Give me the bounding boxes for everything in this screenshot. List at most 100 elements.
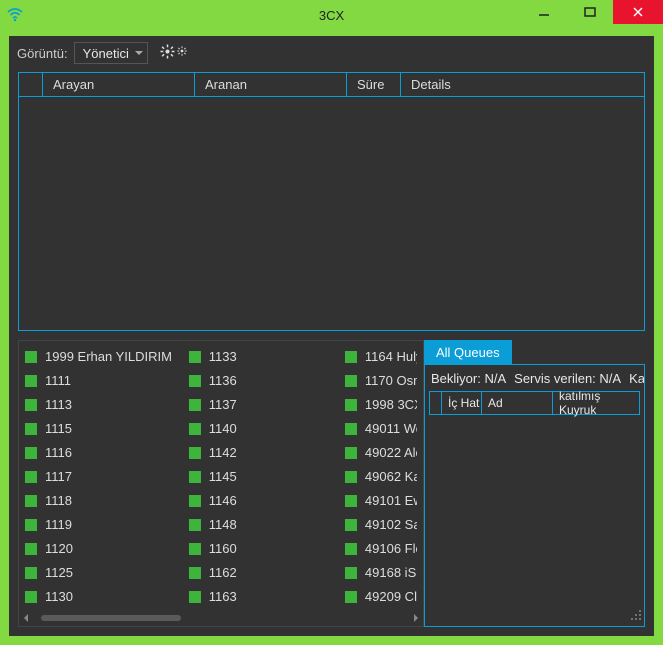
extension-label: 49101 Ewald [365, 493, 417, 508]
extension-item[interactable]: 1146 [189, 493, 333, 508]
extension-item[interactable]: 1163 [189, 589, 333, 604]
queues-tab[interactable]: All Queues [424, 340, 512, 364]
col-header-details[interactable]: Details [401, 73, 644, 97]
horizontal-scrollbar[interactable] [21, 612, 421, 624]
extension-item[interactable]: 1145 [189, 469, 333, 484]
extension-item[interactable]: 1119 [25, 517, 177, 532]
extension-item[interactable]: 1142 [189, 445, 333, 460]
extension-label: 1119 [45, 517, 72, 532]
status-indicator-icon [345, 567, 357, 579]
minimize-button[interactable] [521, 0, 567, 24]
extension-label: 1148 [209, 517, 237, 532]
scroll-left-arrow[interactable] [21, 613, 31, 623]
extension-label: 1142 [209, 445, 237, 460]
gear-icon[interactable] [160, 44, 175, 62]
status-indicator-icon [25, 591, 37, 603]
lower-panels: 1999 Erhan YILDIRIM 1111 1113 1115 1116 1117 1… [18, 340, 645, 627]
queues-body: Bekliyor: N/A Servis verilen: N/A Kayıp … [424, 364, 645, 627]
resize-grip-icon[interactable] [630, 609, 642, 624]
extension-label: 49106 Floria [365, 541, 417, 556]
maximize-button[interactable] [567, 0, 613, 24]
extension-item[interactable]: 1113 [25, 397, 177, 412]
col-header-callee[interactable]: Aranan [195, 73, 347, 97]
extension-label: 49062 Karin [365, 469, 417, 484]
extension-label: 1999 Erhan YILDIRIM [45, 349, 172, 364]
extension-label: 49022 Alexa [365, 445, 417, 460]
scroll-track[interactable] [31, 615, 411, 621]
status-indicator-icon [189, 399, 201, 411]
extension-item[interactable]: 1998 3CX TE [345, 397, 417, 412]
extension-item[interactable]: 1164 Hulya N [345, 349, 417, 364]
extension-item[interactable]: 1162 [189, 565, 333, 580]
extension-label: 1115 [45, 421, 72, 436]
extension-item[interactable]: 1118 [25, 493, 177, 508]
extension-item[interactable]: 1130 [25, 589, 177, 604]
gear-small-icon[interactable] [177, 44, 187, 62]
extension-label: 49102 Sasch [365, 517, 417, 532]
extension-item[interactable]: 1999 Erhan YILDIRIM [25, 349, 177, 364]
extension-item[interactable]: 1140 [189, 421, 333, 436]
extensions-panel: 1999 Erhan YILDIRIM 1111 1113 1115 1116 1117 1… [18, 340, 424, 627]
extension-label: 49011 Wolfg [365, 421, 417, 436]
status-indicator-icon [25, 399, 37, 411]
extension-item[interactable]: 1125 [25, 565, 177, 580]
status-indicator-icon [189, 591, 201, 603]
col-header-blank[interactable] [19, 73, 43, 97]
q-col-name[interactable]: Ad [482, 392, 553, 414]
extension-label: 1998 3CX TE [365, 397, 417, 412]
status-indicator-icon [189, 423, 201, 435]
settings-buttons [160, 44, 187, 62]
extension-label: 1113 [45, 397, 72, 412]
extension-item[interactable]: 1136 [189, 373, 333, 388]
q-col-blank[interactable] [430, 392, 442, 414]
extension-item[interactable]: 1133 [189, 349, 333, 364]
extension-item[interactable]: 1117 [25, 469, 177, 484]
extension-label: 1116 [45, 445, 72, 460]
extension-item[interactable]: 1170 Osman [345, 373, 417, 388]
scroll-right-arrow[interactable] [411, 613, 421, 623]
extension-item[interactable]: 49102 Sasch [345, 517, 417, 532]
ext-column-1: 1999 Erhan YILDIRIM 1111 1113 1115 1116 1117 1… [19, 349, 183, 610]
extension-item[interactable]: 1115 [25, 421, 177, 436]
extension-item[interactable]: 1160 [189, 541, 333, 556]
status-indicator-icon [25, 495, 37, 507]
status-indicator-icon [345, 495, 357, 507]
calls-table: Arayan Aranan Süre Details [18, 72, 645, 331]
status-indicator-icon [25, 351, 37, 363]
status-indicator-icon [189, 495, 201, 507]
queues-panel: All Queues Bekliyor: N/A Servis verilen:… [424, 340, 645, 627]
extension-item[interactable]: 49062 Karin [345, 469, 417, 484]
extension-item[interactable]: 1120 [25, 541, 177, 556]
scroll-thumb[interactable] [41, 615, 181, 621]
extension-item[interactable]: 1111 [25, 373, 177, 388]
extension-item[interactable]: 49011 Wolfg [345, 421, 417, 436]
q-col-ext[interactable]: İç Hat [442, 392, 482, 414]
view-select[interactable]: Yönetici [74, 42, 148, 64]
status-indicator-icon [345, 351, 357, 363]
status-indicator-icon [25, 447, 37, 459]
status-indicator-icon [189, 519, 201, 531]
queue-stats: Bekliyor: N/A Servis verilen: N/A Kayıp … [425, 365, 644, 391]
col-header-caller[interactable]: Arayan [43, 73, 195, 97]
extension-item[interactable]: 49168 iSC E [345, 565, 417, 580]
extension-item[interactable]: 1148 [189, 517, 333, 532]
extension-item[interactable]: 1116 [25, 445, 177, 460]
status-indicator-icon [345, 399, 357, 411]
titlebar: 3CX [0, 0, 663, 30]
status-indicator-icon [25, 375, 37, 387]
extension-item[interactable]: 49101 Ewald [345, 493, 417, 508]
status-indicator-icon [345, 423, 357, 435]
status-indicator-icon [345, 375, 357, 387]
extension-item[interactable]: 49209 Claud [345, 589, 417, 604]
toolbar: Görüntü: Yönetici [9, 36, 654, 70]
q-col-joined[interactable]: katılmış Kuyruk [553, 392, 639, 414]
chevron-down-icon [135, 51, 143, 55]
extension-label: 1133 [209, 349, 237, 364]
extension-label: 1118 [45, 493, 72, 508]
extension-item[interactable]: 1137 [189, 397, 333, 412]
extension-label: 49209 Claud [365, 589, 417, 604]
col-header-duration[interactable]: Süre [347, 73, 401, 97]
close-button[interactable] [613, 0, 663, 24]
extension-item[interactable]: 49106 Floria [345, 541, 417, 556]
extension-item[interactable]: 49022 Alexa [345, 445, 417, 460]
